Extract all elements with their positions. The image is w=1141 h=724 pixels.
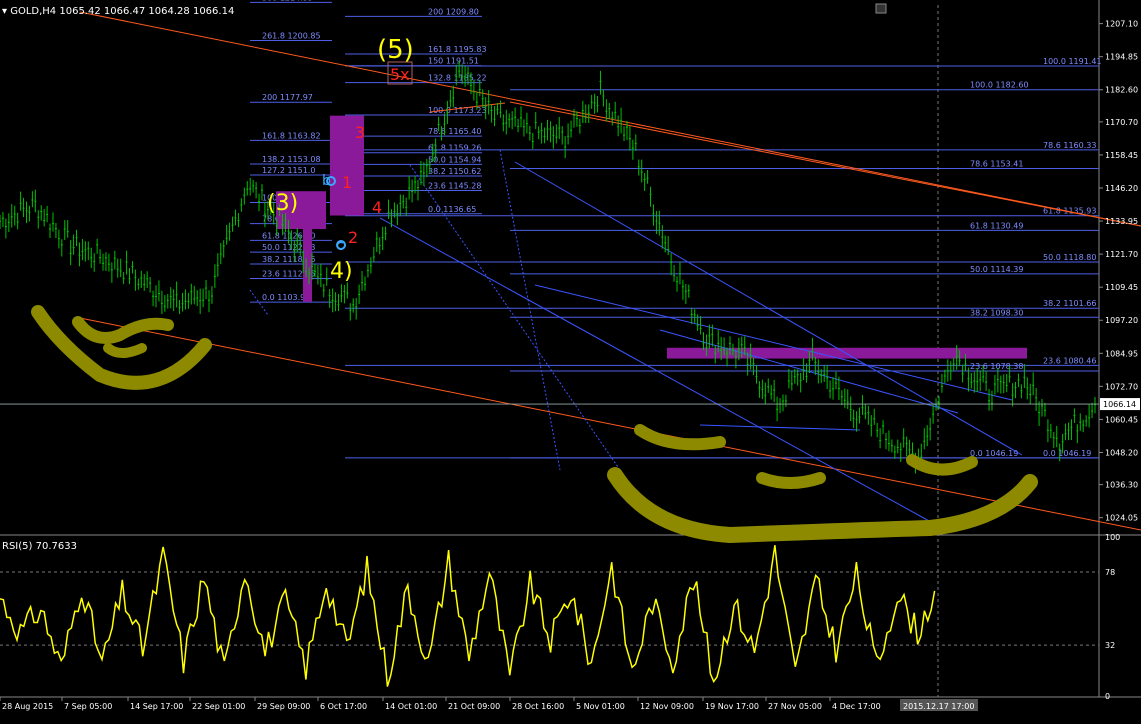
fib-right-label: 50.0 1114.39	[970, 265, 1023, 274]
fib-right-label: 100.0 1182.60	[970, 81, 1029, 90]
price-tick-label: 1207.10	[1105, 20, 1138, 29]
time-tick-label: 21 Oct 09:00	[448, 702, 500, 711]
fib-mid-label: 132.8 1185.22	[428, 74, 487, 83]
price-tick-label: 1048.20	[1105, 448, 1138, 457]
fib-left-label: 300 1214.99	[262, 0, 313, 2]
fib-mid-label: 78.6 1165.40	[428, 127, 481, 136]
fib-mid-label: 150 1191.51	[428, 57, 479, 66]
fib-mid-label: 100.0 1173.23	[428, 106, 487, 115]
current-price-label: 1066.14	[1103, 400, 1136, 409]
wave-label: 4)	[330, 259, 353, 284]
wave-label: 5x	[390, 65, 410, 84]
price-tick-label: 1170.70	[1105, 118, 1138, 127]
fib-left-label: 161.8 1163.82	[262, 131, 321, 140]
time-tick-label: 6 Oct 17:00	[320, 702, 367, 711]
wave-label: 1	[342, 173, 352, 192]
time-tick-label: 7 Sep 05:00	[64, 702, 112, 711]
price-tick-label: 1072.70	[1105, 382, 1138, 391]
price-tick-label: 1146.20	[1105, 184, 1138, 193]
wave-label: (5)	[377, 35, 414, 65]
price-tick-label: 1060.45	[1105, 415, 1138, 424]
price-tick-label: 1121.70	[1105, 250, 1138, 259]
time-tick-label: 5 Nov 01:00	[576, 702, 625, 711]
fib-left-label: 200 1177.97	[262, 93, 313, 102]
fib-mid-label: 0.0 1136.65	[428, 205, 476, 214]
rsi-tick-label: 100	[1105, 533, 1120, 542]
fib-right-label: 0.0 1046.19	[970, 449, 1018, 458]
price-tick-label: 1084.95	[1105, 349, 1138, 358]
fib-mid-label: 23.6 1145.28	[428, 181, 481, 190]
wave-label: 3	[355, 123, 365, 142]
fib-right-label: 78.6 1153.41	[970, 160, 1023, 169]
price-tick-label: 1194.85	[1105, 53, 1138, 62]
rsi-tick-label: 0	[1105, 692, 1110, 701]
price-tick-label: 1182.60	[1105, 86, 1138, 95]
wave-label: 4	[372, 198, 382, 217]
price-tick-label: 1036.30	[1105, 481, 1138, 490]
time-tick-label: 27 Nov 05:00	[768, 702, 822, 711]
time-tick-label: 4 Dec 17:00	[832, 702, 881, 711]
fib-right-label: 0.0 1046.19	[1043, 449, 1091, 458]
fib-left-label: 127.2 1151.0	[262, 166, 315, 175]
purple-zone	[303, 229, 312, 302]
symbol-label: GOLD,H4	[10, 6, 57, 17]
time-tick-label: 14 Sep 17:00	[130, 702, 183, 711]
time-tick-label: 28 Aug 2015	[2, 702, 53, 711]
fib-mid-label: 200 1209.80	[428, 7, 479, 16]
time-tick-label: 28 Oct 16:00	[512, 702, 564, 711]
wave-label: (3)	[267, 191, 298, 216]
time-tick-label: 19 Nov 17:00	[705, 702, 759, 711]
chart-svg: 300 1214.99261.8 1200.85200 1177.97161.8…	[0, 0, 1141, 720]
fib-left-label: 138.2 1153.08	[262, 155, 321, 164]
time-tick-label: 22 Sep 01:00	[192, 702, 245, 711]
fib-right-label: 38.2 1098.30	[970, 308, 1023, 317]
price-tick-label: 1024.05	[1105, 514, 1138, 523]
menu-arrow-icon[interactable]: ▾	[2, 6, 7, 17]
chart-area: 300 1214.99261.8 1200.85200 1177.97161.8…	[0, 0, 1141, 720]
background	[0, 0, 1141, 720]
fib-mid-label: 38.2 1150.62	[428, 167, 481, 176]
fib-mid-label: 161.8 1195.83	[428, 45, 487, 54]
time-cursor-label: 2015.12.17 17:00	[903, 702, 974, 711]
rsi-label: RSI(5) 70.7633	[2, 541, 77, 552]
symbol-header: ▾ GOLD,H4 1065.42 1066.47 1064.28 1066.1…	[2, 6, 234, 17]
price-tick-label: 1133.95	[1105, 217, 1138, 226]
olive-arc	[756, 472, 826, 489]
fib-right-label: 61.8 1130.49	[970, 221, 1023, 230]
fib-right-label: 100.0 1191.41	[1043, 57, 1102, 66]
fib-right-label: 38.2 1101.66	[1043, 299, 1096, 308]
fib-right-label: 23.6 1080.46	[1043, 356, 1096, 365]
olive-arc	[103, 343, 147, 358]
rsi-tick-label: 78	[1105, 568, 1115, 577]
time-tick-label: 12 Nov 09:00	[640, 702, 694, 711]
time-tick-label: 29 Sep 09:00	[257, 702, 310, 711]
ohlc-label: 1065.42 1066.47 1064.28 1066.14	[59, 6, 235, 17]
fib-right-label: 23.6 1078.38	[970, 362, 1023, 371]
fib-right-label: 50.0 1118.80	[1043, 253, 1096, 262]
time-tick-label: 14 Oct 01:00	[385, 702, 437, 711]
fib-right-label: 78.6 1160.33	[1043, 141, 1096, 150]
fib-left-label: 261.8 1200.85	[262, 31, 321, 40]
price-tick-label: 1158.45	[1105, 151, 1138, 160]
wave-label: 2	[348, 228, 358, 247]
rsi-tick-label: 32	[1105, 641, 1115, 650]
price-tick-label: 1097.20	[1105, 316, 1138, 325]
rsi-title: RSI(5) 70.7633	[2, 541, 77, 552]
chart-close-control	[875, 3, 887, 14]
price-tick-label: 1109.45	[1105, 283, 1138, 292]
